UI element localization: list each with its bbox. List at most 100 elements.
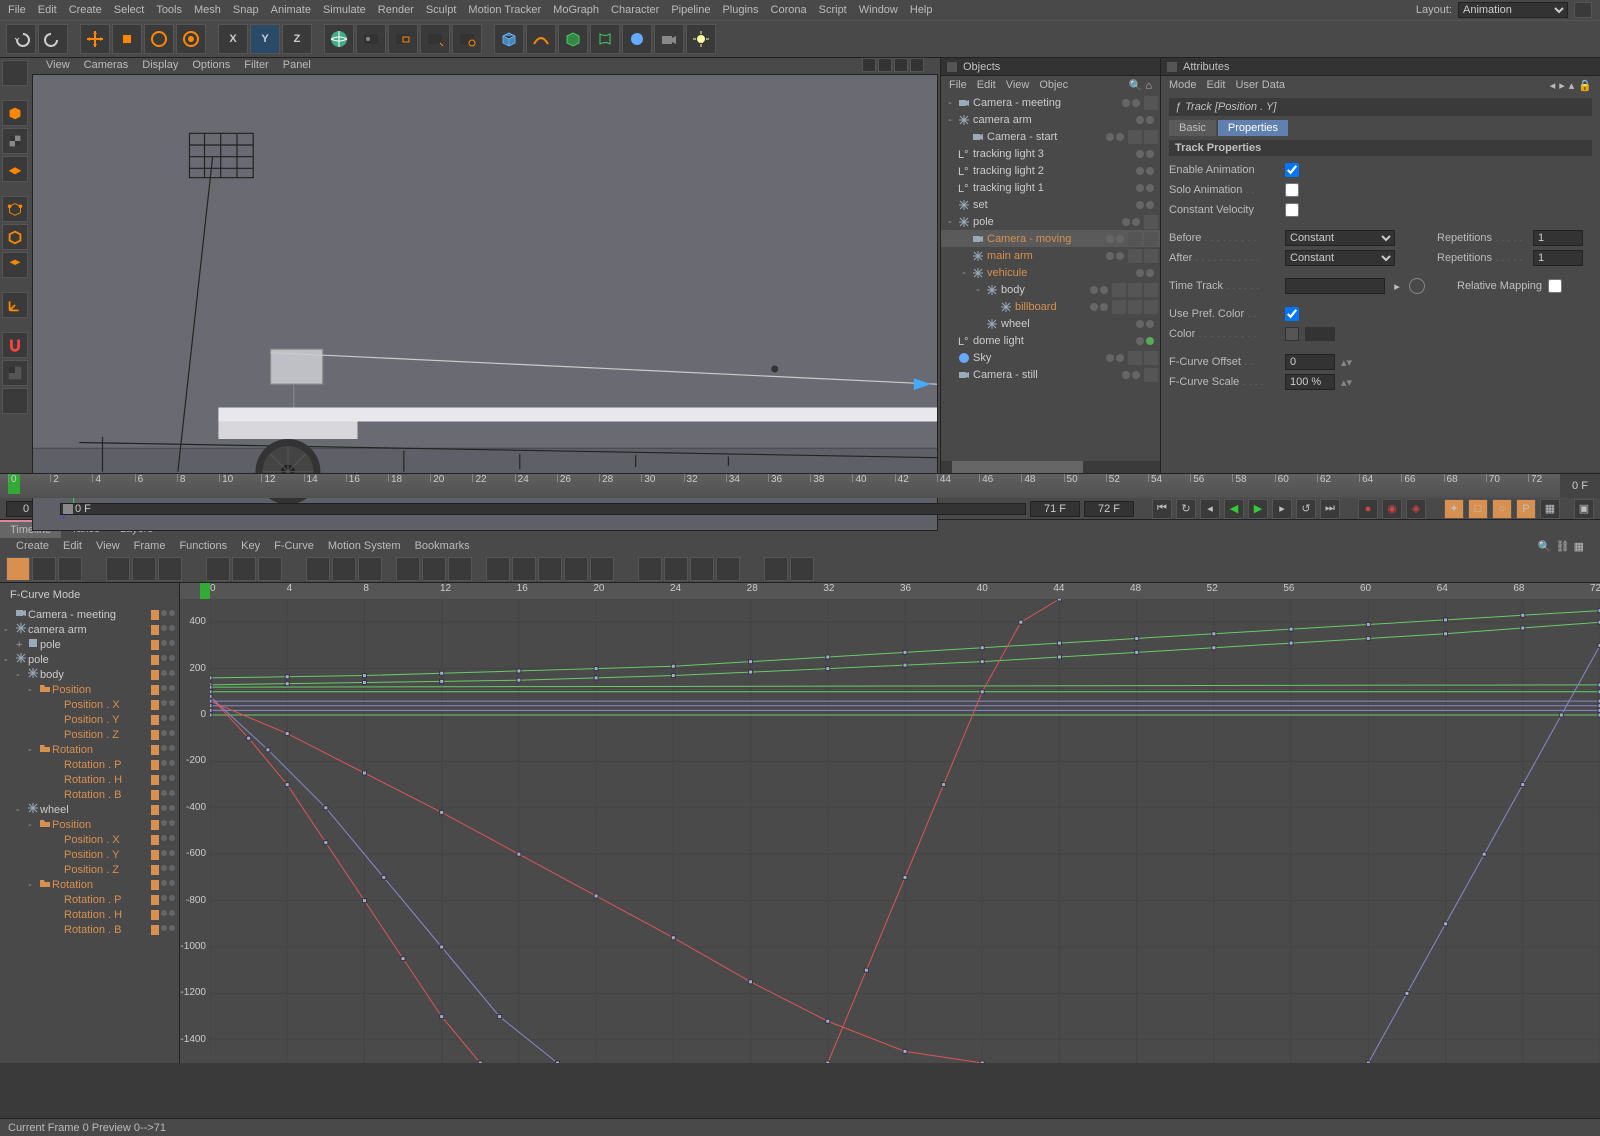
keyframe[interactable]	[324, 841, 328, 845]
tag-icon[interactable]	[1128, 300, 1142, 314]
render-view-button[interactable]	[356, 24, 386, 54]
attr-menu-mode[interactable]: Mode	[1169, 79, 1197, 91]
tl-menu-view[interactable]: View	[96, 540, 120, 552]
tl-snap-4[interactable]	[716, 557, 740, 581]
time-track-arrow-icon[interactable]: ▸	[1391, 280, 1403, 293]
keyframe[interactable]	[1405, 991, 1409, 995]
tl-framing-1[interactable]	[106, 557, 130, 581]
tl-menu-functions[interactable]: Functions	[179, 540, 227, 552]
tl-tangent-step[interactable]	[332, 557, 356, 581]
obj-home-icon[interactable]: ⌂	[1145, 80, 1152, 92]
keyframe[interactable]	[517, 669, 521, 673]
keyframe[interactable]	[1289, 627, 1293, 631]
autokey-button[interactable]: ◉	[1382, 499, 1402, 519]
keyframe[interactable]	[1559, 713, 1563, 717]
object-row-pole[interactable]: -pole	[941, 213, 1160, 230]
frame-scrubber[interactable]: 0 F	[60, 503, 1026, 515]
keyframe[interactable]	[749, 660, 753, 664]
keyframe[interactable]	[671, 664, 675, 668]
keyframe[interactable]	[266, 748, 270, 752]
deformer-button[interactable]	[590, 24, 620, 54]
menu-mograph[interactable]: MoGraph	[553, 4, 599, 16]
expand-icon[interactable]: -	[945, 216, 955, 228]
visibility-dot[interactable]	[1146, 269, 1154, 277]
visibility-dot[interactable]	[1146, 337, 1154, 345]
object-row-wheel[interactable]: wheel	[941, 315, 1160, 332]
vp-zoom-icon[interactable]	[878, 58, 892, 72]
tl-menu-create[interactable]: Create	[16, 540, 49, 552]
keyframe[interactable]	[440, 1015, 444, 1019]
keyframe[interactable]	[1366, 623, 1370, 627]
keyframe[interactable]	[382, 875, 386, 879]
render-region-button[interactable]	[388, 24, 418, 54]
vp-menu-display[interactable]: Display	[142, 59, 178, 71]
expand-icon[interactable]	[945, 199, 955, 211]
model-mode-button[interactable]	[2, 100, 28, 126]
fc-row-position---y[interactable]: Position . Y	[0, 712, 179, 727]
obj-search-icon[interactable]: 🔍	[1129, 80, 1143, 92]
keyframe[interactable]	[594, 676, 598, 680]
vp-menu-options[interactable]: Options	[192, 59, 230, 71]
attr-lock-icon[interactable]: 🔒	[1578, 79, 1592, 92]
relative-mapping-checkbox[interactable]	[1548, 279, 1562, 293]
tl-search-icon[interactable]: 🔍	[1538, 540, 1552, 553]
objects-scrollbar[interactable]	[941, 461, 1160, 473]
key-position-button[interactable]: ✦	[1444, 499, 1464, 519]
keyframe[interactable]	[210, 708, 212, 712]
before-dropdown[interactable]: Constant	[1285, 230, 1395, 246]
keyframe[interactable]	[285, 675, 289, 679]
menu-simulate[interactable]: Simulate	[323, 4, 366, 16]
tl-menu-edit[interactable]: Edit	[63, 540, 82, 552]
keyframe[interactable]	[1366, 636, 1370, 640]
tl-tangent-auto[interactable]	[486, 557, 510, 581]
fc-row-position---x[interactable]: Position . X	[0, 832, 179, 847]
menu-tools[interactable]: Tools	[156, 4, 182, 16]
tag-icon[interactable]	[1144, 130, 1158, 144]
keyframe[interactable]	[440, 679, 444, 683]
lastused-tool[interactable]	[176, 24, 206, 54]
object-row-camera---meeting[interactable]: -Camera - meeting	[941, 94, 1160, 111]
fcurve-playhead[interactable]	[200, 583, 210, 599]
fc-row-position---z[interactable]: Position . Z	[0, 862, 179, 877]
frame-range-field[interactable]	[1084, 501, 1134, 517]
viewport-3d[interactable]: Y X	[32, 74, 938, 531]
time-track-circle-icon[interactable]	[1409, 278, 1425, 294]
fc-row-pole[interactable]: +pole	[0, 637, 179, 652]
expand-icon[interactable]	[959, 250, 969, 262]
obj-menu-file[interactable]: File	[949, 79, 967, 91]
goto-start-button[interactable]: ⏮	[1152, 499, 1172, 519]
keyframe[interactable]	[1057, 655, 1061, 659]
tl-key-prop[interactable]	[258, 557, 282, 581]
primitive-cube-button[interactable]	[494, 24, 524, 54]
fc-row-rotation---b[interactable]: Rotation . B	[0, 922, 179, 937]
fcurve-scale-field[interactable]	[1285, 374, 1335, 390]
light-button[interactable]	[686, 24, 716, 54]
visibility-dot[interactable]	[1136, 116, 1144, 124]
obj-menu-edit[interactable]: Edit	[977, 79, 996, 91]
tag-icon[interactable]	[1128, 130, 1142, 144]
tag-icon[interactable]	[1128, 283, 1142, 297]
obj-menu-objec[interactable]: Objec	[1039, 79, 1068, 91]
keyframe[interactable]	[1444, 632, 1448, 636]
keyframe[interactable]	[903, 1049, 907, 1053]
keyframe[interactable]	[980, 690, 984, 694]
move-tool[interactable]	[80, 24, 110, 54]
object-row-camera---still[interactable]: Camera - still	[941, 366, 1160, 383]
visibility-dot[interactable]	[1146, 116, 1154, 124]
expand-icon[interactable]: -	[973, 284, 983, 296]
fcurve-graph[interactable]: 04812162024283236404448525660646872 4002…	[180, 583, 1600, 1063]
undo-button[interactable]	[6, 24, 36, 54]
key-rotation-button[interactable]: ○	[1492, 499, 1512, 519]
keyframe[interactable]	[671, 674, 675, 678]
keyframe[interactable]	[903, 875, 907, 879]
object-row-tracking-light-2[interactable]: L°tracking light 2	[941, 162, 1160, 179]
keyframe[interactable]	[594, 667, 598, 671]
record-button[interactable]: ●	[1358, 499, 1378, 519]
visibility-dot[interactable]	[1122, 371, 1130, 379]
expand-icon[interactable]	[945, 335, 955, 347]
play-back-button[interactable]: ◀	[1224, 499, 1244, 519]
vp-pan-icon[interactable]	[862, 58, 876, 72]
keyframe[interactable]	[362, 899, 366, 903]
tag-icon[interactable]	[1144, 96, 1158, 110]
visibility-dot[interactable]	[1090, 286, 1098, 294]
